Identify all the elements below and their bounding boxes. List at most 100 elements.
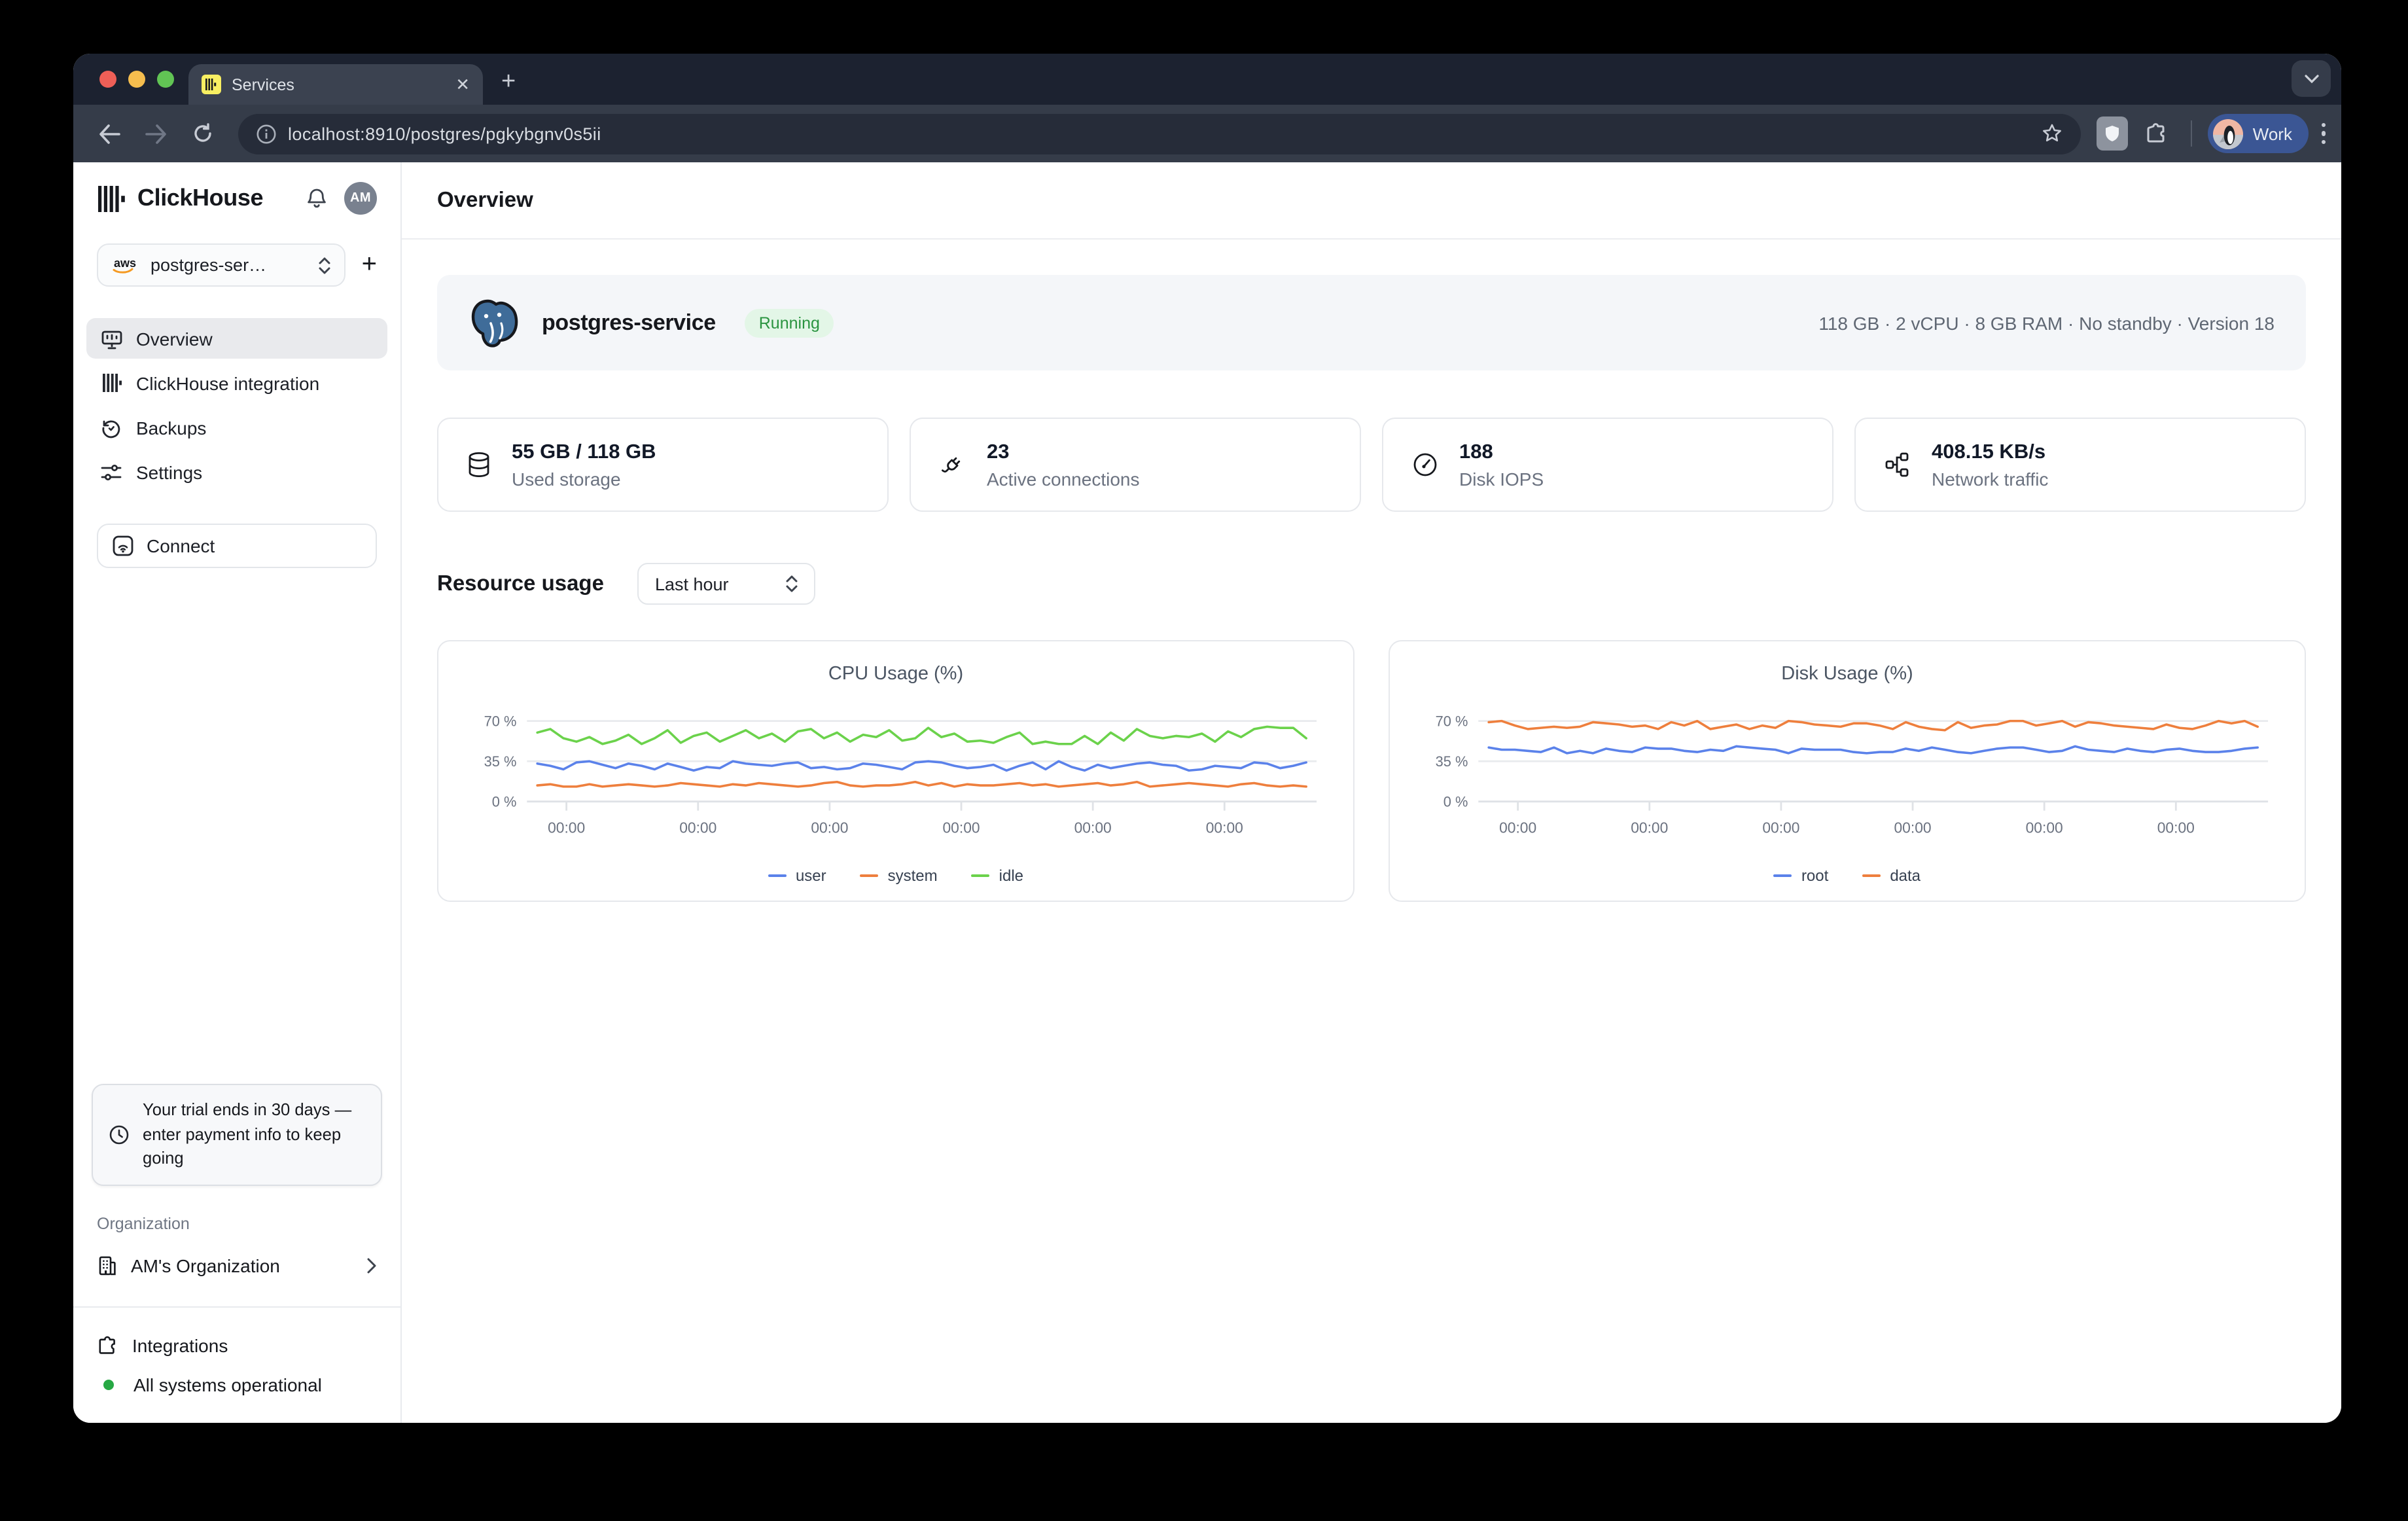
- clickhouse-logo-icon: [97, 184, 126, 213]
- postgres-logo: [469, 296, 521, 349]
- service-selector[interactable]: aws postgres-ser…: [97, 243, 346, 287]
- profile-avatar: [2214, 118, 2244, 149]
- sidebar-item-label: Settings: [136, 461, 202, 482]
- extensions-puzzle-icon[interactable]: [2136, 114, 2176, 153]
- svg-text:00:00: 00:00: [679, 819, 717, 836]
- brand-name: ClickHouse: [137, 185, 294, 212]
- site-info-icon[interactable]: [257, 124, 276, 143]
- integrations-link[interactable]: Integrations: [73, 1326, 400, 1365]
- browser-toolbar: localhost:8910/postgres/pgkybgnv0s5ii: [73, 105, 2341, 162]
- chart-legend: root data: [1419, 867, 2276, 885]
- bookmark-star-icon[interactable]: [2042, 123, 2063, 144]
- stat-value: 408.15 KB/s: [1932, 440, 2048, 464]
- status-badge: Running: [745, 308, 834, 337]
- system-status[interactable]: All systems operational: [73, 1365, 400, 1405]
- overview-icon: [99, 328, 123, 349]
- legend-swatch: [1774, 874, 1792, 877]
- add-service-button[interactable]: +: [362, 250, 377, 280]
- legend-swatch: [860, 874, 879, 877]
- browser-profile-button[interactable]: Work: [2208, 114, 2308, 153]
- disk-usage-chart: 0 %35 %70 %00:0000:0000:0000:0000:0000:0…: [1419, 690, 2276, 864]
- stat-value: 23: [987, 440, 1139, 464]
- network-icon: [1885, 452, 1911, 478]
- building-icon: [97, 1255, 118, 1276]
- disk-usage-chart-card: Disk Usage (%) 0 %35 %70 %00:0000:0000:0…: [1389, 640, 2306, 902]
- time-range-select[interactable]: Last hour: [638, 563, 816, 605]
- database-icon: [467, 452, 491, 478]
- svg-text:00:00: 00:00: [2026, 819, 2063, 836]
- browser-menu-icon[interactable]: [2321, 123, 2326, 145]
- status-green-dot: [103, 1380, 114, 1390]
- stat-card-network-traffic: 408.15 KB/sNetwork traffic: [1854, 418, 2306, 512]
- stat-label: Active connections: [987, 468, 1139, 489]
- reload-button[interactable]: [183, 114, 222, 153]
- minimize-window-button[interactable]: [128, 71, 145, 88]
- chevron-right-icon: [366, 1258, 377, 1274]
- shield-extension-icon[interactable]: [2097, 116, 2129, 151]
- chart-legend: user system idle: [467, 867, 1324, 885]
- notifications-bell-icon[interactable]: [306, 187, 327, 209]
- plug-icon: [940, 452, 966, 478]
- service-specs: 118 GB · 2 vCPU · 8 GB RAM · No standby …: [1818, 312, 2275, 333]
- toolbar-separator: [2191, 120, 2193, 147]
- trial-notice: Your trial ends in 30 days — enter payme…: [92, 1084, 382, 1186]
- address-bar[interactable]: localhost:8910/postgres/pgkybgnv0s5ii: [238, 113, 2081, 154]
- back-button[interactable]: [89, 114, 128, 153]
- svg-text:70 %: 70 %: [1436, 713, 1468, 730]
- time-range-value: Last hour: [655, 574, 752, 594]
- connect-label: Connect: [147, 535, 215, 556]
- maximize-window-button[interactable]: [157, 71, 174, 88]
- aws-logo-icon: aws: [111, 255, 140, 275]
- stat-label: Disk IOPS: [1459, 468, 1544, 489]
- url-text: localhost:8910/postgres/pgkybgnv0s5ii: [288, 124, 601, 143]
- connect-icon: [113, 535, 133, 556]
- svg-text:00:00: 00:00: [2157, 819, 2195, 836]
- legend-item-root[interactable]: root: [1774, 867, 1828, 885]
- legend-item-data[interactable]: data: [1862, 867, 1921, 885]
- stat-card-active-connections: 23 Active connections: [910, 418, 1361, 512]
- sidebar: ClickHouse AM aws postgres-ser…: [73, 162, 402, 1423]
- organization-item[interactable]: AM's Organization: [73, 1246, 400, 1285]
- new-tab-button[interactable]: +: [501, 68, 516, 97]
- svg-text:00:00: 00:00: [1499, 819, 1536, 836]
- user-avatar[interactable]: AM: [344, 182, 377, 215]
- stat-value: 55 GB / 118 GB: [512, 440, 656, 464]
- tab-close-icon[interactable]: ✕: [455, 76, 470, 93]
- browser-tab-services[interactable]: Services ✕: [188, 64, 483, 105]
- page-title: Overview: [437, 188, 533, 213]
- legend-swatch: [768, 874, 787, 877]
- chart-title: CPU Usage (%): [467, 664, 1324, 685]
- svg-text:00:00: 00:00: [1074, 819, 1112, 836]
- legend-item-idle[interactable]: idle: [972, 867, 1023, 885]
- service-summary-card: postgres-service Running 118 GB · 2 vCPU…: [437, 275, 2306, 370]
- connect-button[interactable]: Connect: [97, 524, 377, 568]
- traffic-lights: [99, 71, 174, 88]
- sidebar-item-settings[interactable]: Settings: [86, 452, 387, 492]
- sidebar-item-backups[interactable]: Backups: [86, 407, 387, 448]
- legend-item-user[interactable]: user: [768, 867, 826, 885]
- browser-window: Services ✕ + localhost:8910: [73, 54, 2341, 1423]
- chevron-updown-icon: [786, 575, 799, 593]
- cpu-usage-chart-card: CPU Usage (%) 0 %35 %70 %00:0000:0000:00…: [437, 640, 1354, 902]
- legend-item-system[interactable]: system: [860, 867, 938, 885]
- sidebar-item-label: ClickHouse integration: [136, 372, 319, 393]
- forward-button[interactable]: [136, 114, 175, 153]
- svg-text:00:00: 00:00: [942, 819, 980, 836]
- svg-text:70 %: 70 %: [484, 713, 517, 730]
- selected-service-name: postgres-ser…: [150, 255, 308, 275]
- svg-text:00:00: 00:00: [1894, 819, 1931, 836]
- svg-text:00:00: 00:00: [1206, 819, 1243, 836]
- tab-title: Services: [232, 75, 445, 94]
- svg-text:35 %: 35 %: [484, 753, 517, 770]
- backup-history-icon: [99, 417, 123, 438]
- sidebar-item-overview[interactable]: Overview: [86, 318, 387, 359]
- trial-notice-text: Your trial ends in 30 days — enter payme…: [143, 1099, 365, 1172]
- legend-swatch: [1862, 874, 1881, 877]
- close-window-button[interactable]: [99, 71, 116, 88]
- svg-text:aws: aws: [114, 257, 136, 270]
- sidebar-item-label: Backups: [136, 417, 206, 438]
- sidebar-item-label: Overview: [136, 328, 213, 349]
- sidebar-item-clickhouse-integration[interactable]: ClickHouse integration: [86, 363, 387, 403]
- stats-row: 55 GB / 118 GBUsed storage 23Active conn…: [437, 418, 2306, 512]
- tab-search-button[interactable]: [2292, 60, 2331, 97]
